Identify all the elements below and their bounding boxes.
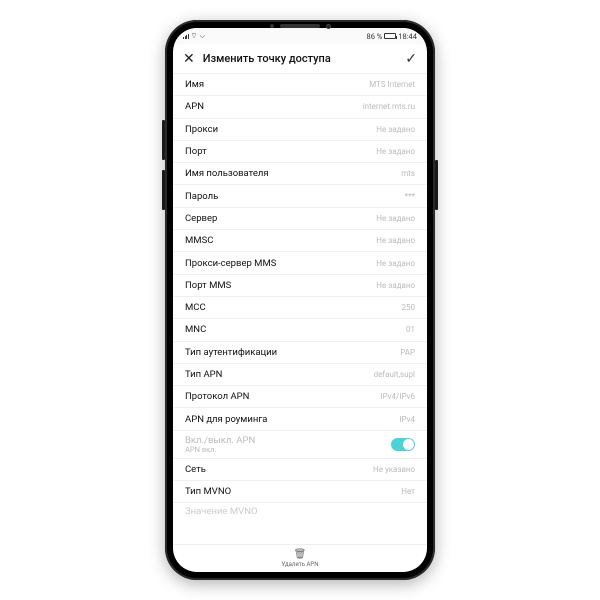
row-value: Нет (401, 487, 415, 496)
row-password[interactable]: Пароль *** (173, 185, 427, 207)
row-label: Сеть (185, 464, 206, 475)
row-value: Не задано (376, 214, 415, 223)
row-label: Тип MVNO (185, 486, 231, 497)
status-bar: ⌔ ⌵ 86 % 18:44 (173, 28, 427, 44)
page-title: Изменить точку доступа (203, 52, 398, 65)
row-label: Тип APN (185, 369, 222, 380)
status-left: ⌔ ⌵ (183, 31, 205, 41)
row-value: default,supl (374, 370, 415, 379)
row-value: Не задано (376, 259, 415, 268)
row-value: *** (405, 192, 415, 201)
row-value: MTS Internet (369, 80, 415, 89)
row-label: Прокси-сервер MMS (185, 258, 276, 269)
battery-text: 86 % (367, 32, 383, 41)
row-label: Порт MMS (185, 280, 231, 291)
row-label: Тип аутентификации (185, 347, 277, 358)
row-mnc[interactable]: MNC 01 (173, 319, 427, 341)
row-mvno-type[interactable]: Тип MVNO Нет (173, 481, 427, 503)
bottom-label: Удалить APN (282, 561, 319, 568)
row-username[interactable]: Имя пользователя mts (173, 163, 427, 185)
row-label: Вкл./выкл. APN (185, 435, 255, 446)
row-value: Не задано (376, 125, 415, 134)
row-apn-toggle[interactable]: Вкл./выкл. APN APN вкл. (173, 431, 427, 459)
row-label: Протокол APN (185, 391, 249, 402)
row-mms-port[interactable]: Порт MMS Не задано (173, 275, 427, 297)
row-value: internet.mts.ru (363, 102, 415, 111)
bluetooth-icon: ⌵ (200, 31, 206, 41)
row-value: 250 (402, 303, 416, 312)
volume-down-button (162, 170, 165, 210)
row-label: Пароль (185, 191, 218, 202)
row-label: Имя пользователя (185, 168, 269, 179)
row-label: MMSC (185, 235, 213, 246)
row-label: MNC (185, 324, 206, 335)
clock: 18:44 (398, 32, 417, 41)
row-mms-proxy[interactable]: Прокси-сервер MMS Не задано (173, 252, 427, 274)
trash-icon: 🗑 (294, 550, 307, 560)
row-value: IPv4/IPv6 (380, 392, 415, 401)
screen: ⌔ ⌵ 86 % 18:44 ✕ Изменить точку доступа … (173, 28, 427, 572)
battery-icon (384, 33, 396, 39)
row-value: IPv4 (399, 415, 415, 424)
row-value: Не задано (376, 236, 415, 245)
row-label: APN для роуминга (185, 414, 267, 425)
phone-frame: ⌔ ⌵ 86 % 18:44 ✕ Изменить точку доступа … (165, 20, 435, 580)
row-mcc[interactable]: MCC 250 (173, 297, 427, 319)
row-value: Не задано (376, 147, 415, 156)
row-server[interactable]: Сервер Не задано (173, 208, 427, 230)
row-sublabel: APN вкл. (185, 446, 255, 454)
row-apn-protocol[interactable]: Протокол APN IPv4/IPv6 (173, 386, 427, 408)
row-label: MCC (185, 302, 206, 313)
row-label: Порт (185, 146, 207, 157)
row-label: Сервер (185, 213, 217, 224)
row-label: Значение MVNO (185, 506, 258, 517)
phone-notch (255, 23, 345, 29)
row-apn-type[interactable]: Тип APN default,supl (173, 364, 427, 386)
volume-up-button (162, 120, 165, 160)
row-mvno-value: Значение MVNO (173, 503, 427, 519)
wifi-icon: ⌔ (191, 31, 198, 41)
close-icon[interactable]: ✕ (183, 52, 195, 66)
row-label: Прокси (185, 124, 218, 135)
settings-list: Имя MTS Internet APN internet.mts.ru Про… (173, 74, 427, 544)
row-value: PAP (400, 348, 415, 357)
row-auth-type[interactable]: Тип аутентификации PAP (173, 342, 427, 364)
row-proxy[interactable]: Прокси Не задано (173, 119, 427, 141)
row-network[interactable]: Сеть Не указано (173, 459, 427, 481)
row-apn[interactable]: APN internet.mts.ru (173, 96, 427, 118)
signal-icon (183, 33, 189, 39)
row-apn-roaming[interactable]: APN для роуминга IPv4 (173, 408, 427, 430)
row-label: Имя (185, 79, 204, 90)
header: ✕ Изменить точку доступа ✓ (173, 44, 427, 74)
row-value: Не задано (376, 281, 415, 290)
toggle-switch[interactable] (391, 438, 415, 451)
toggle-text: Вкл./выкл. APN APN вкл. (185, 435, 255, 454)
row-port[interactable]: Порт Не задано (173, 141, 427, 163)
row-mmsc[interactable]: MMSC Не задано (173, 230, 427, 252)
row-value: Не указано (373, 465, 415, 474)
row-value: 01 (406, 325, 415, 334)
status-right: 86 % 18:44 (367, 32, 417, 41)
row-name[interactable]: Имя MTS Internet (173, 74, 427, 96)
bottom-bar[interactable]: 🗑 Удалить APN (173, 544, 427, 572)
confirm-icon[interactable]: ✓ (405, 51, 417, 67)
power-button (435, 160, 438, 210)
row-value: mts (401, 169, 415, 178)
row-label: APN (185, 101, 204, 112)
